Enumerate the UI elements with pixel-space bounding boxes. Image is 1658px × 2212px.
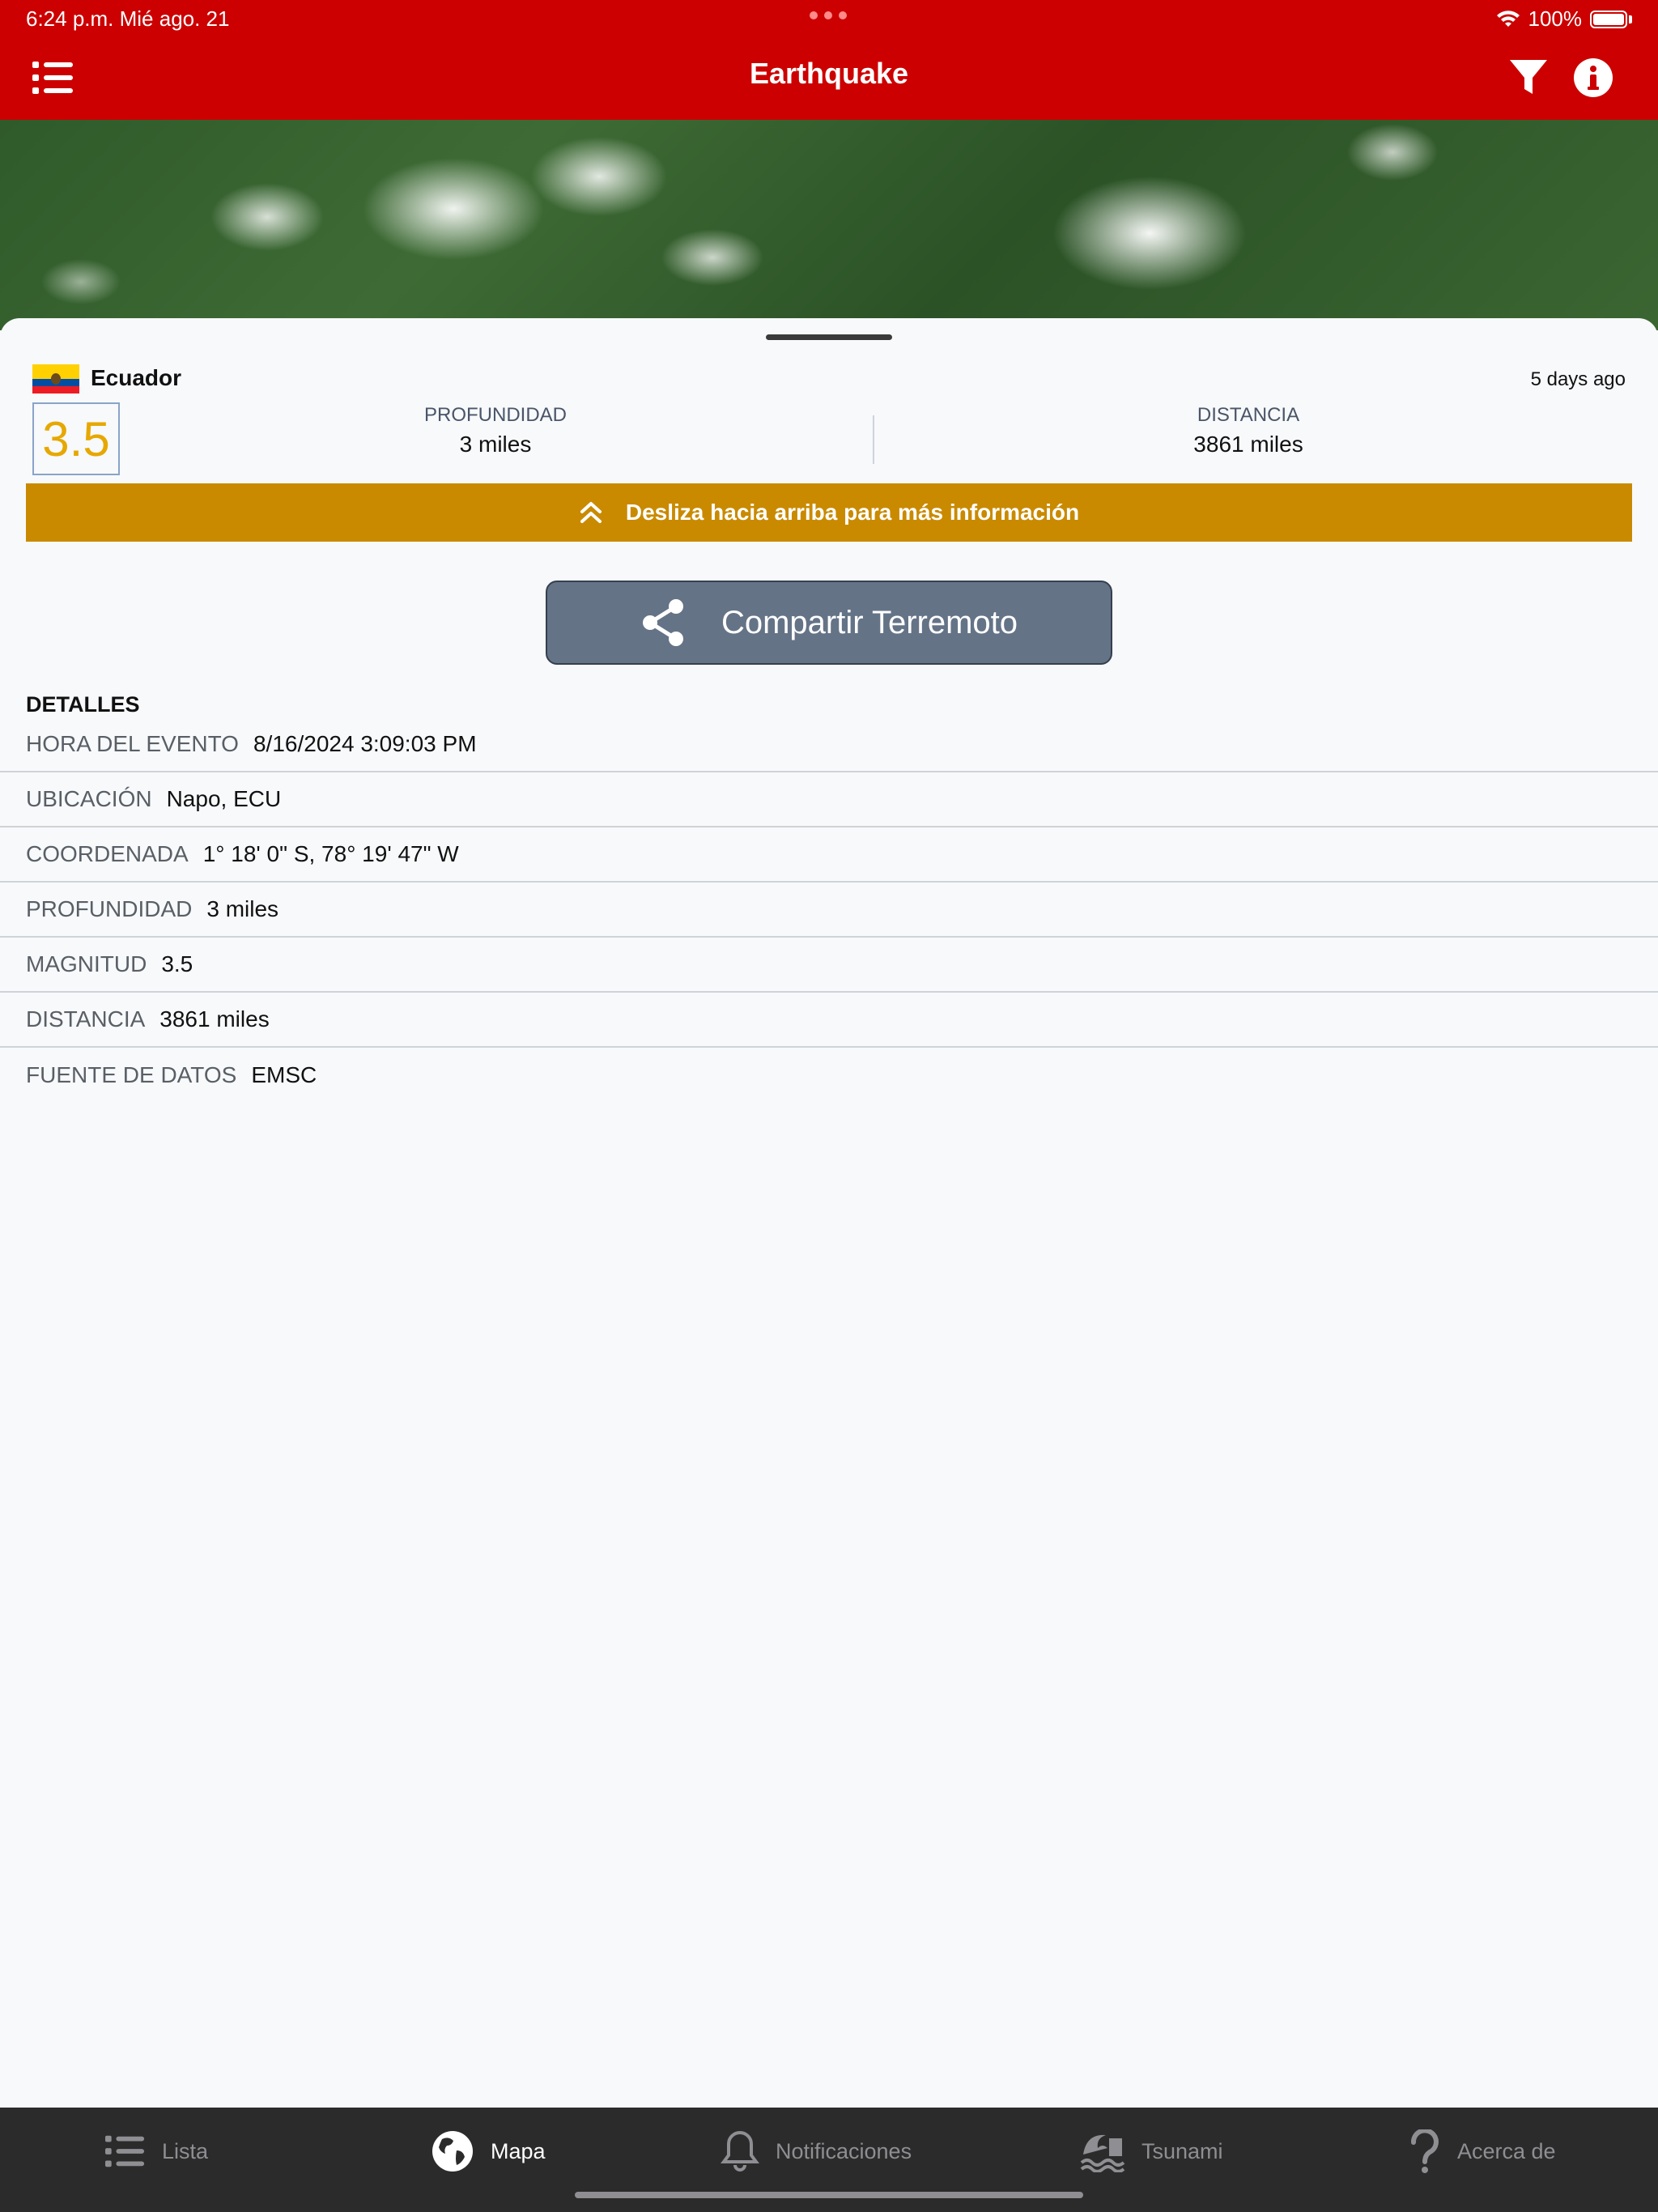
detail-value: 8/16/2024 3:09:03 PM bbox=[253, 731, 477, 756]
nav-title: Earthquake bbox=[749, 57, 909, 90]
tab-label: Notificaciones bbox=[776, 2138, 912, 2163]
list-icon bbox=[105, 2135, 145, 2167]
swipe-up-text: Desliza hacia arriba para más informació… bbox=[625, 500, 1080, 525]
detail-row-distance: DISTANCIA 3861 miles bbox=[0, 993, 1658, 1048]
filter-button[interactable] bbox=[1506, 55, 1551, 100]
filter-icon bbox=[1510, 60, 1547, 94]
tab-notificaciones[interactable]: Notificaciones bbox=[721, 2129, 912, 2174]
info-button[interactable] bbox=[1571, 55, 1616, 100]
time-ago: 5 days ago bbox=[1530, 368, 1626, 390]
detail-label: PROFUNDIDAD bbox=[26, 896, 193, 921]
tab-mapa[interactable]: Mapa bbox=[431, 2129, 546, 2174]
detail-label: FUENTE DE DATOS bbox=[26, 1062, 237, 1087]
battery-percent: 100% bbox=[1528, 6, 1583, 31]
swipe-up-banner[interactable]: Desliza hacia arriba para más informació… bbox=[26, 483, 1632, 542]
battery-icon bbox=[1590, 10, 1627, 28]
detail-row-event-time: HORA DEL EVENTO 8/16/2024 3:09:03 PM bbox=[0, 717, 1658, 772]
detail-label: DISTANCIA bbox=[26, 1006, 146, 1032]
tab-bar: Lista Mapa Notificaciones Tsunami Acerca… bbox=[0, 2108, 1658, 2212]
satellite-map[interactable] bbox=[0, 120, 1658, 330]
depth-stat: PROFUNDIDAD 3 miles bbox=[293, 404, 698, 457]
magnitude-badge: 3.5 bbox=[32, 402, 120, 475]
tab-tsunami[interactable]: Tsunami bbox=[1080, 2129, 1223, 2174]
detail-value: 1° 18' 0" S, 78° 19' 47" W bbox=[202, 841, 459, 866]
share-earthquake-button[interactable]: Compartir Terremoto bbox=[546, 581, 1112, 665]
detail-row-magnitude: MAGNITUD 3.5 bbox=[0, 938, 1658, 993]
tab-lista[interactable]: Lista bbox=[105, 2129, 208, 2174]
tab-acerca-de[interactable]: Acerca de bbox=[1409, 2129, 1556, 2174]
details-title: DETALLES bbox=[26, 692, 140, 717]
detail-value: EMSC bbox=[251, 1062, 317, 1087]
share-icon bbox=[642, 599, 683, 646]
earthquake-detail-sheet: Ecuador 5 days ago 3.5 PROFUNDIDAD 3 mil… bbox=[0, 318, 1658, 2108]
tab-label: Lista bbox=[162, 2138, 209, 2163]
wave-icon bbox=[1080, 2134, 1125, 2172]
wifi-icon bbox=[1496, 10, 1520, 27]
detail-value: 3 miles bbox=[206, 896, 279, 921]
home-indicator[interactable] bbox=[575, 2192, 1083, 2198]
detail-row-depth: PROFUNDIDAD 3 miles bbox=[0, 883, 1658, 938]
depth-label: PROFUNDIDAD bbox=[423, 404, 567, 426]
country-name: Ecuador bbox=[91, 365, 182, 390]
tab-label: Mapa bbox=[491, 2138, 546, 2163]
stat-divider bbox=[873, 415, 874, 464]
share-label: Compartir Terremoto bbox=[721, 604, 1018, 640]
distance-label: DISTANCIA bbox=[1197, 404, 1300, 426]
depth-value: 3 miles bbox=[459, 432, 532, 457]
sheet-grabber[interactable] bbox=[766, 334, 892, 340]
detail-row-location: UBICACIÓN Napo, ECU bbox=[0, 772, 1658, 827]
detail-label: COORDENADA bbox=[26, 841, 189, 866]
bell-icon bbox=[721, 2130, 759, 2172]
distance-stat: DISTANCIA 3861 miles bbox=[1046, 404, 1451, 457]
status-time-date: 6:24 p.m. Mié ago. 21 bbox=[26, 6, 230, 31]
detail-label: HORA DEL EVENTO bbox=[26, 731, 239, 756]
double-chevron-up-icon bbox=[580, 502, 602, 523]
top-bar: 6:24 p.m. Mié ago. 21 100% Earthquake bbox=[0, 0, 1658, 120]
globe-icon bbox=[432, 2131, 473, 2172]
detail-label: MAGNITUD bbox=[26, 951, 147, 976]
detail-row-coordinates: COORDENADA 1° 18' 0" S, 78° 19' 47" W bbox=[0, 827, 1658, 883]
info-icon bbox=[1574, 58, 1613, 97]
tab-label: Tsunami bbox=[1141, 2138, 1223, 2163]
question-icon bbox=[1411, 2129, 1439, 2173]
detail-row-data-source: FUENTE DE DATOS EMSC bbox=[0, 1048, 1658, 1103]
tab-label: Acerca de bbox=[1457, 2138, 1556, 2163]
status-right: 100% bbox=[1496, 6, 1632, 32]
detail-value: 3861 miles bbox=[159, 1006, 270, 1032]
detail-value: Napo, ECU bbox=[166, 786, 282, 811]
detail-label: UBICACIÓN bbox=[26, 786, 152, 811]
multitasking-dots[interactable] bbox=[810, 11, 847, 19]
detail-value: 3.5 bbox=[161, 951, 193, 976]
ecuador-flag-icon bbox=[32, 364, 79, 393]
distance-value: 3861 miles bbox=[1193, 432, 1303, 457]
